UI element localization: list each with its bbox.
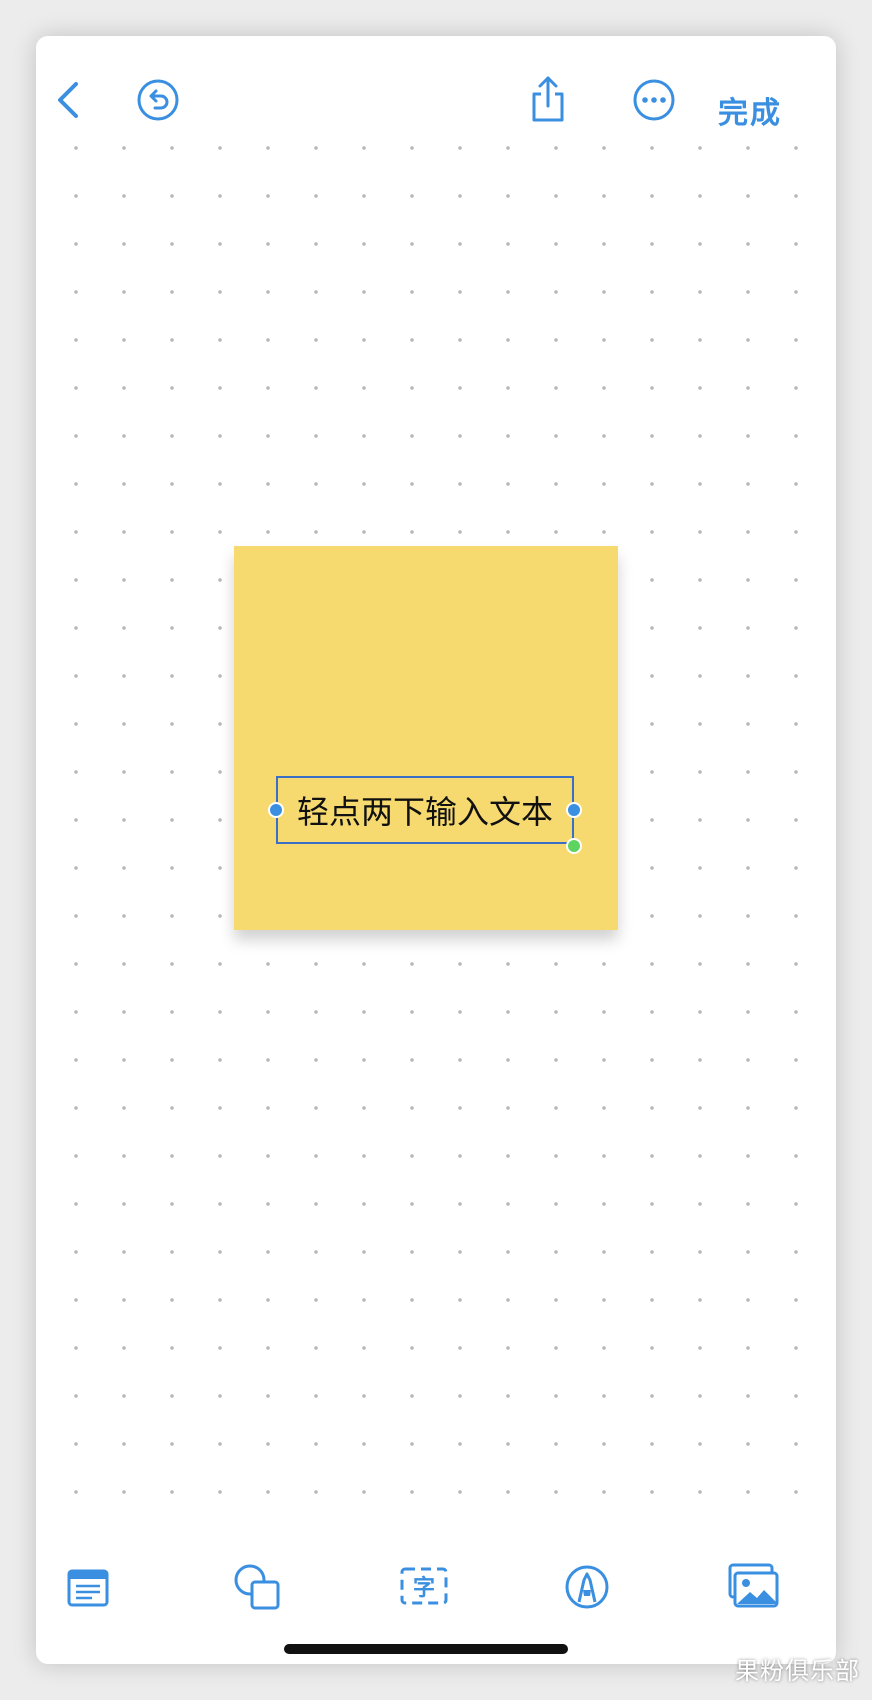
app-window: 完成 轻点两下输入文本 字 bbox=[36, 36, 836, 1664]
undo-icon bbox=[136, 78, 180, 122]
rotate-handle[interactable] bbox=[566, 838, 582, 854]
pen-icon bbox=[564, 1565, 610, 1614]
back-button[interactable] bbox=[50, 78, 90, 122]
share-button[interactable] bbox=[528, 74, 568, 124]
watermark: 果粉俱乐部 bbox=[735, 1657, 860, 1685]
photos-tool-button[interactable] bbox=[726, 1562, 780, 1614]
undo-button[interactable] bbox=[136, 78, 180, 122]
text-box-tool-button[interactable]: 字 bbox=[398, 1564, 450, 1612]
shapes-tool-button[interactable] bbox=[232, 1562, 282, 1616]
share-icon bbox=[528, 74, 568, 124]
pen-tool-button[interactable] bbox=[564, 1564, 610, 1614]
sticky-note[interactable]: 轻点两下输入文本 bbox=[234, 546, 618, 930]
sticky-note-icon bbox=[66, 1569, 110, 1614]
resize-handle-right[interactable] bbox=[566, 802, 582, 818]
bottom-toolbar: 字 bbox=[36, 1516, 836, 1664]
top-toolbar: 完成 bbox=[36, 36, 836, 156]
ellipsis-circle-icon bbox=[632, 78, 676, 122]
sticky-text-box[interactable]: 轻点两下输入文本 bbox=[268, 776, 582, 854]
resize-handle-left[interactable] bbox=[268, 802, 284, 818]
home-indicator[interactable] bbox=[284, 1644, 568, 1654]
more-button[interactable] bbox=[632, 78, 676, 122]
text-box-glyph: 字 bbox=[412, 1576, 435, 1601]
sticky-note-tool-button[interactable] bbox=[66, 1566, 110, 1614]
shapes-icon bbox=[232, 1564, 282, 1616]
chevron-left-icon bbox=[50, 78, 90, 122]
done-button[interactable]: 完成 bbox=[718, 88, 782, 132]
photos-icon bbox=[726, 1563, 780, 1614]
sticky-text-placeholder: 轻点两下输入文本 bbox=[296, 793, 553, 831]
